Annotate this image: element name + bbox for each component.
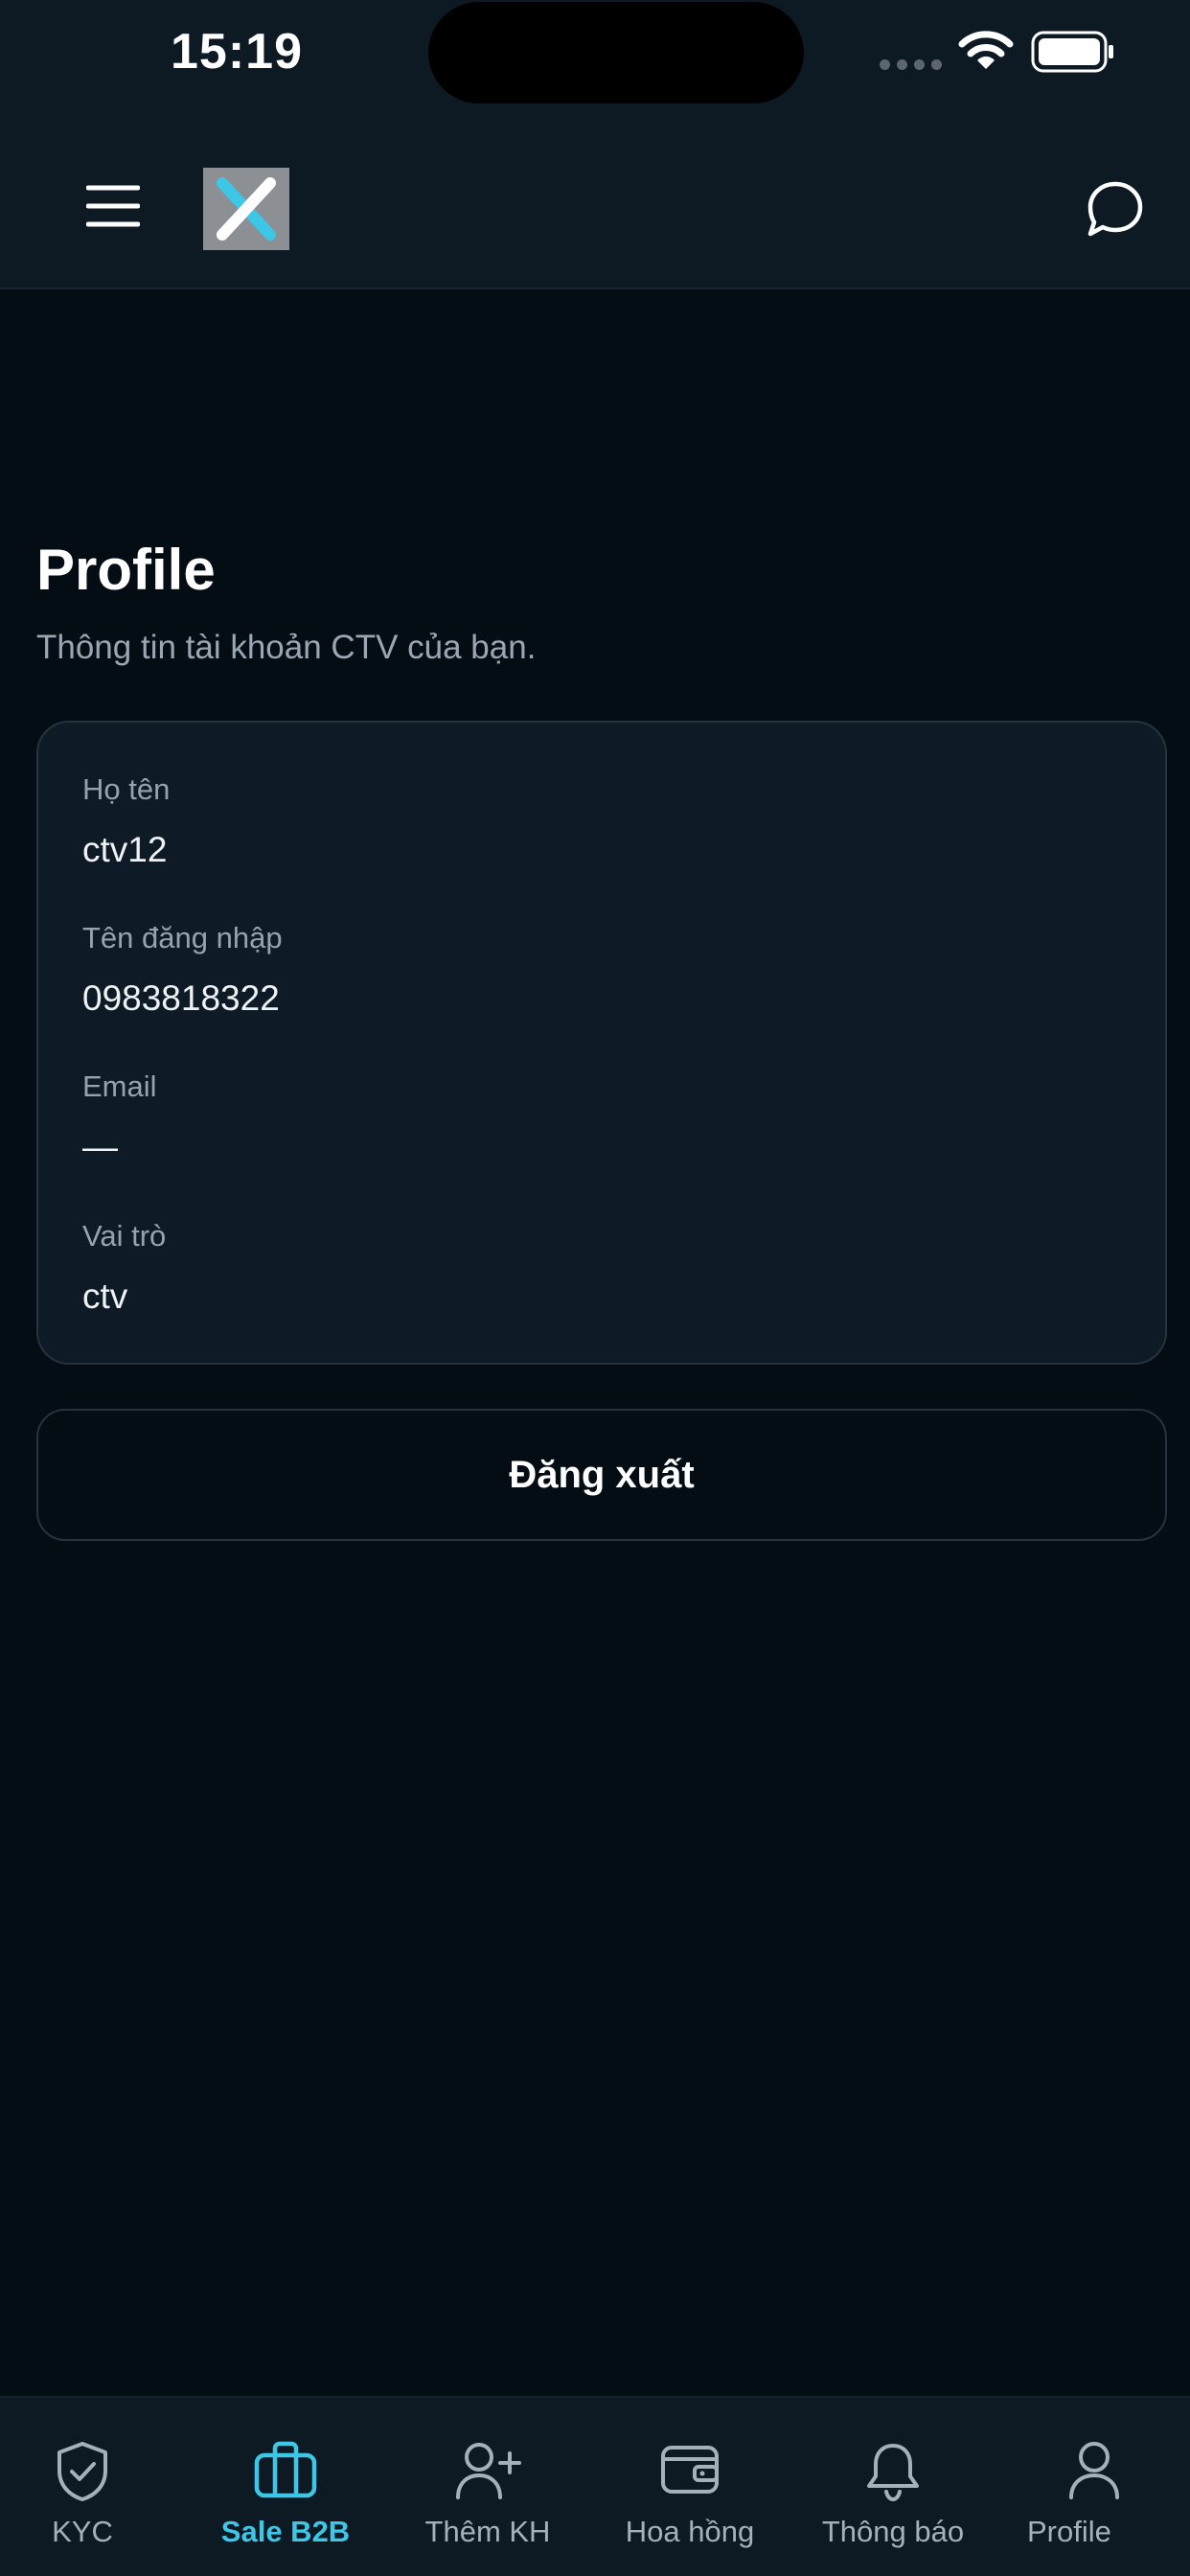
nav-label-sale-b2b: Sale B2B <box>220 2515 351 2548</box>
email-value: — <box>82 1127 118 1166</box>
username-value: 0983818322 <box>82 978 280 1018</box>
chat-bubble-icon[interactable] <box>1085 178 1146 244</box>
username-label: Tên đăng nhập <box>82 921 283 954</box>
role-value: ctv <box>82 1276 128 1316</box>
user-plus-icon <box>454 2440 521 2506</box>
email-label: Email <box>82 1070 157 1103</box>
bottom-nav: KYC Sale B2B Thêm KH Hoa hồng Thông báo … <box>0 2396 1190 2576</box>
nav-item-hoa-hong[interactable]: Hoa hồng <box>594 2398 786 2576</box>
full-name-value: ctv12 <box>82 830 168 869</box>
page-title: Profile <box>36 538 216 602</box>
hamburger-menu-icon[interactable] <box>85 184 141 233</box>
full-name-label: Họ tên <box>82 772 171 806</box>
nav-item-sale-b2b[interactable]: Sale B2B <box>190 2398 381 2576</box>
profile-screen: 15:19 Profile Thông tin tài khoản CTV củ… <box>0 0 1190 2576</box>
dynamic-island <box>428 2 804 104</box>
user-icon <box>1066 2440 1122 2506</box>
wallet-icon <box>658 2440 721 2502</box>
logout-button[interactable]: Đăng xuất <box>36 1409 1167 1541</box>
nav-label-thong-bao: Thông báo <box>821 2515 965 2548</box>
nav-label-profile: Profile <box>1027 2515 1111 2548</box>
bell-icon <box>863 2440 923 2508</box>
role-label: Vai trò <box>82 1219 167 1253</box>
top-bar: 15:19 <box>0 0 1190 289</box>
nav-item-profile[interactable]: Profile <box>998 2398 1190 2576</box>
cellular-signal-icon <box>880 59 942 70</box>
battery-icon <box>1031 31 1117 78</box>
nav-label-them-kh: Thêm KH <box>424 2515 551 2548</box>
nav-item-them-kh[interactable]: Thêm KH <box>392 2398 584 2576</box>
app-logo[interactable] <box>203 168 289 250</box>
wifi-icon <box>958 29 1014 76</box>
page-subtitle: Thông tin tài khoản CTV của bạn. <box>36 629 537 666</box>
status-time: 15:19 <box>171 24 303 80</box>
shield-check-icon <box>54 2440 111 2508</box>
profile-info-card: Họ tên ctv12 Tên đăng nhập 0983818322 Em… <box>36 721 1167 1365</box>
nav-item-kyc[interactable]: KYC <box>0 2398 178 2576</box>
nav-label-hoa-hong: Hoa hồng <box>625 2515 755 2548</box>
nav-label-kyc: KYC <box>52 2515 113 2548</box>
nav-item-thong-bao[interactable]: Thông báo <box>797 2398 989 2576</box>
briefcase-icon <box>252 2440 319 2506</box>
